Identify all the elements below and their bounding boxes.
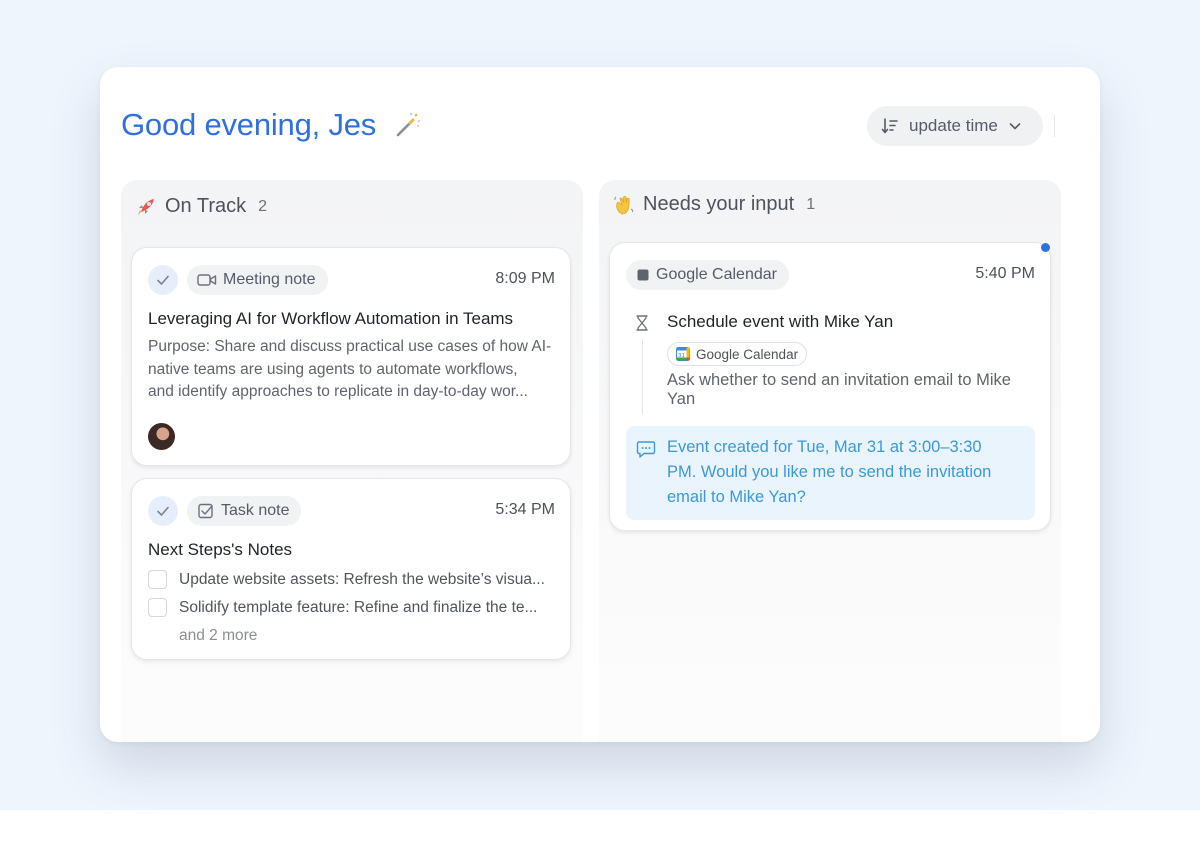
todo-checkbox[interactable] xyxy=(148,598,167,617)
card-body-line: Ask whether to send an invitation email … xyxy=(667,371,1011,389)
column-title: Needs your input xyxy=(643,193,795,215)
card-body-line: Yan xyxy=(667,390,696,408)
rocket-icon xyxy=(135,196,157,218)
todo-text: Solidify template feature: Refine and fi… xyxy=(179,598,538,616)
message-line: email to Mike Yan? xyxy=(667,488,806,506)
note-type-label: Task note xyxy=(221,502,290,519)
card-body-line: Purpose: Share and discuss practical use… xyxy=(148,338,552,355)
source-label: Google Calendar xyxy=(656,266,777,283)
sort-descending-icon xyxy=(881,117,899,135)
checkmark-icon xyxy=(157,506,169,516)
card-time: 5:34 PM xyxy=(495,501,555,518)
todo-item[interactable]: Update website assets: Refresh the websi… xyxy=(148,570,545,589)
todo-item[interactable]: Solidify template feature: Refine and fi… xyxy=(148,598,537,617)
avatar[interactable] xyxy=(148,423,175,450)
tool-label: Google Calendar xyxy=(696,346,799,362)
column-title: On Track xyxy=(165,195,247,217)
step-connector xyxy=(642,339,643,414)
tool-pill: 31 Google Calendar xyxy=(667,342,808,366)
hourglass-icon xyxy=(635,314,649,337)
card-time: 5:40 PM xyxy=(975,265,1035,282)
column-count: 2 xyxy=(258,197,268,215)
task-note-card[interactable]: Task note 5:34 PM Next Steps's Notes Upd… xyxy=(131,478,571,660)
waving-hand-icon xyxy=(613,194,635,216)
task-checkbox-icon xyxy=(198,503,213,519)
message-line: Event created for Tue, Mar 31 at 3:00–3:… xyxy=(667,438,982,456)
column-header: Needs your input 1 xyxy=(613,193,815,216)
checkmark-icon xyxy=(157,275,169,285)
card-title: Next Steps's Notes xyxy=(148,540,293,559)
note-type-pill: Meeting note xyxy=(187,265,328,295)
card-body-line: native teams are using agents to automat… xyxy=(148,360,518,378)
done-check-button[interactable] xyxy=(148,265,178,295)
more-items-link[interactable]: and 2 more xyxy=(179,627,257,645)
source-pill: Google Calendar xyxy=(626,260,789,290)
assistant-message-text: Event created for Tue, Mar 31 at 3:00–3:… xyxy=(667,435,991,510)
sort-label: update time xyxy=(909,116,998,135)
greeting-heading: Good evening, Jes xyxy=(121,107,422,143)
card-body: Ask whether to send an invitation email … xyxy=(667,371,1042,409)
unread-indicator xyxy=(1041,243,1050,252)
greeting-text: Good evening, Jes xyxy=(121,107,377,142)
card-title: Schedule event with Mike Yan xyxy=(667,312,894,331)
card-body-line: and identify approaches to replicate in … xyxy=(148,383,528,400)
column-header: On Track 2 xyxy=(135,195,267,218)
column-needs-input: Needs your input 1 Google Calendar 5:40 … xyxy=(599,180,1061,742)
stop-square-icon xyxy=(637,269,649,281)
note-type-pill: Task note xyxy=(187,496,302,526)
card-title: Leveraging AI for Workflow Automation in… xyxy=(148,309,514,328)
todo-text: Update website assets: Refresh the websi… xyxy=(179,570,545,588)
google-calendar-icon: 31 xyxy=(676,347,690,361)
video-camera-icon xyxy=(197,274,217,286)
todo-checkbox[interactable] xyxy=(148,570,167,589)
chevron-down-icon xyxy=(1008,119,1022,133)
assistant-message[interactable]: Event created for Tue, Mar 31 at 3:00–3:… xyxy=(626,426,1035,520)
chat-bubble-icon xyxy=(636,439,656,464)
card-time: 8:09 PM xyxy=(495,270,555,287)
sort-dropdown[interactable]: update time xyxy=(867,106,1043,146)
column-count: 1 xyxy=(806,195,816,213)
meeting-note-card[interactable]: Meeting note 8:09 PM Leveraging AI for W… xyxy=(131,247,571,466)
note-type-label: Meeting note xyxy=(223,271,316,288)
card-body: Purpose: Share and discuss practical use… xyxy=(148,336,563,404)
column-on-track: On Track 2 Meeting note 8:09 PM Leveragi… xyxy=(121,180,583,742)
svg-text:31: 31 xyxy=(678,353,685,359)
done-check-button[interactable] xyxy=(148,496,178,526)
header-divider xyxy=(1054,115,1055,137)
message-line: PM. Would you like me to send the invita… xyxy=(667,463,992,481)
magic-wand-icon xyxy=(392,110,422,140)
action-request-card[interactable]: Google Calendar 5:40 PM Schedule event w… xyxy=(609,242,1051,531)
app-window: Good evening, Jes update time On Track 2… xyxy=(100,67,1100,742)
